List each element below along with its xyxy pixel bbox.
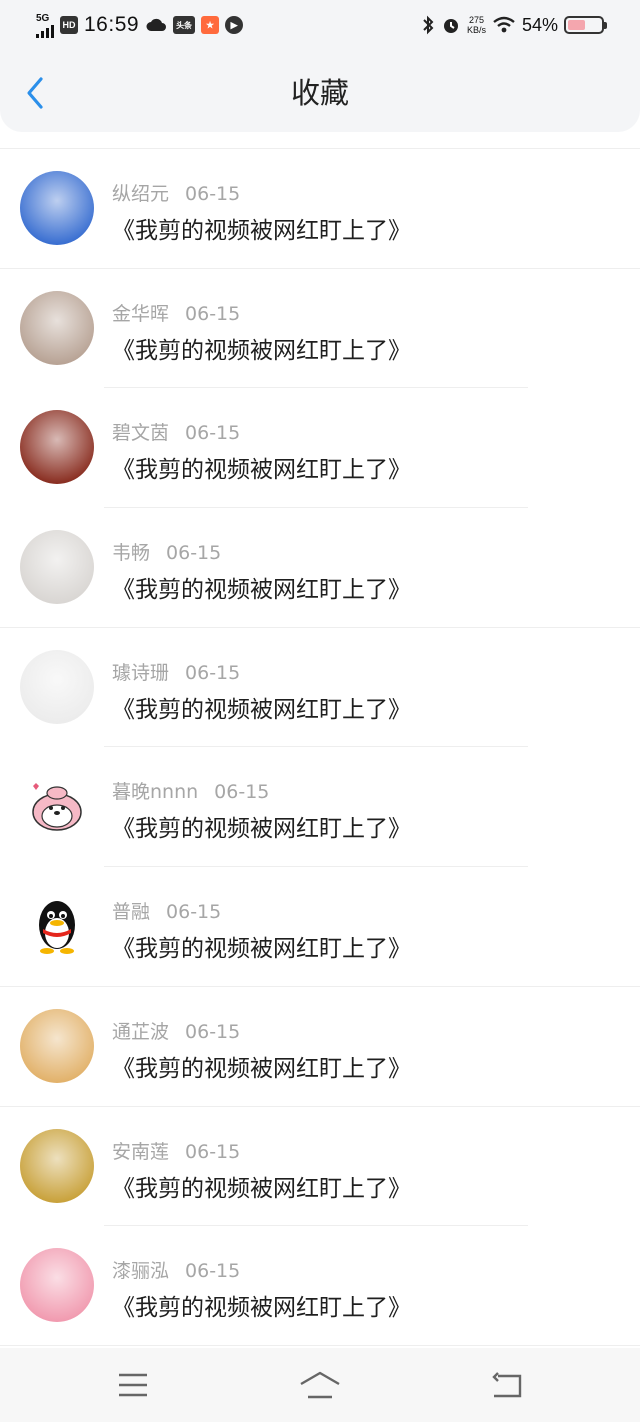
menu-icon (119, 1373, 148, 1397)
author-name[interactable]: 漆骊泓 (112, 1260, 169, 1282)
penguin-icon (39, 901, 75, 955)
avatar-qq-penguin[interactable] (20, 889, 94, 964)
item-meta: 金华晖 06-15 (112, 299, 240, 326)
item-meta: 安南莲 06-15 (112, 1137, 240, 1164)
author-name[interactable]: 璩诗珊 (112, 662, 169, 684)
item-date: 06-15 (185, 1020, 241, 1043)
row-divider (0, 1344, 640, 1346)
system-nav-bar (0, 1348, 640, 1422)
author-name[interactable]: 金华晖 (112, 303, 169, 325)
list-item[interactable]: 普融 06-15 《我剪的视频被网红盯上了》 (0, 867, 640, 987)
back-button[interactable] (20, 76, 50, 110)
item-title[interactable]: 《我剪的视频被网红盯上了》 (112, 570, 411, 604)
list-item[interactable]: 璩诗珊 06-15 《我剪的视频被网红盯上了》 (0, 628, 640, 748)
list-item[interactable]: 通芷波 06-15 《我剪的视频被网红盯上了》 (0, 987, 640, 1107)
list-item[interactable]: 金华晖 06-15 《我剪的视频被网红盯上了》 (0, 269, 640, 389)
toutiao-icon: 头条 (173, 16, 196, 34)
item-meta: 漆骊泓 06-15 (112, 1256, 240, 1283)
author-name[interactable]: 普融 (112, 901, 150, 923)
hd-icon: HD (60, 16, 78, 34)
status-bar: 5G HD 16:59 头条 ★ ▶ 275 KB/s 54% (0, 0, 640, 50)
item-date: 06-15 (185, 302, 241, 325)
list-item[interactable]: 纵绍元 06-15 《我剪的视频被网红盯上了》 (0, 149, 640, 269)
item-meta: 碧文茵 06-15 (112, 418, 240, 445)
net-speed-unit: KB/s (466, 25, 486, 35)
item-meta: 暮晚nnnn 06-15 (112, 777, 269, 804)
item-title[interactable]: 《我剪的视频被网红盯上了》 (112, 450, 411, 484)
list-item[interactable]: 韦畅 06-15 《我剪的视频被网红盯上了》 (0, 508, 640, 628)
avatar-child-blonde[interactable] (20, 1008, 94, 1083)
avatar-earrings[interactable] (20, 1128, 94, 1203)
video-app-icon: ▶ (225, 16, 244, 34)
item-title[interactable]: 《我剪的视频被网红盯上了》 (112, 1049, 411, 1083)
item-title[interactable]: 《我剪的视频被网红盯上了》 (112, 211, 411, 245)
favorites-list: 纵绍元 06-15 《我剪的视频被网红盯上了》 金华晖 06-15 《我剪的视频被网红盯上… (0, 148, 640, 1346)
item-date: 06-15 (214, 781, 270, 804)
avatar-anime-couple[interactable] (20, 290, 94, 365)
chevron-left-icon (27, 77, 43, 109)
item-title[interactable]: 《我剪的视频被网红盯上了》 (112, 690, 411, 724)
bluetooth-icon (423, 15, 434, 35)
item-meta: 韦畅 06-15 (112, 538, 221, 565)
list-item[interactable]: 漆骊泓 06-15 《我剪的视频被网红盯上了》 (0, 1226, 640, 1346)
header: 收藏 (0, 50, 640, 132)
item-meta: 纵绍元 06-15 (112, 179, 240, 206)
back-nav-button[interactable] (477, 1360, 537, 1410)
avatar-pink-cartoon[interactable] (20, 769, 94, 844)
list-item[interactable]: 安南莲 06-15 《我剪的视频被网红盯上了》 (0, 1107, 640, 1227)
list-item[interactable]: 碧文茵 06-15 《我剪的视频被网红盯上了》 (0, 388, 640, 509)
status-time: 16:59 (84, 13, 140, 36)
author-name[interactable]: 韦畅 (112, 542, 150, 564)
avatar-red-costume[interactable] (20, 410, 94, 485)
home-button[interactable] (290, 1360, 350, 1410)
item-title[interactable]: 《我剪的视频被网红盯上了》 (112, 331, 411, 365)
page-title: 收藏 (290, 76, 349, 110)
author-name[interactable]: 通芷波 (112, 1021, 169, 1043)
item-date: 06-15 (185, 422, 241, 445)
menu-button[interactable] (103, 1360, 163, 1410)
item-meta: 璩诗珊 06-15 (112, 658, 240, 685)
item-date: 06-15 (185, 183, 241, 205)
avatar-anime-pink-hair[interactable] (20, 1248, 94, 1323)
battery-percent: 54% (521, 14, 558, 35)
status-bar-left: 5G HD 16:59 头条 ★ ▶ (36, 13, 244, 38)
home-icon (300, 1371, 340, 1399)
author-name[interactable]: 碧文茵 (112, 422, 169, 444)
item-date: 06-15 (166, 901, 222, 924)
author-name[interactable]: 安南莲 (112, 1141, 169, 1163)
item-title[interactable]: 《我剪的视频被网红盯上了》 (112, 1169, 411, 1203)
item-date: 06-15 (185, 1140, 241, 1163)
pink-cartoon-icon (32, 783, 82, 832)
author-name[interactable]: 纵绍元 (112, 183, 169, 205)
item-meta: 普融 06-15 (112, 897, 221, 924)
battery-fill (568, 20, 586, 30)
item-date: 06-15 (185, 661, 241, 684)
battery-icon (564, 16, 607, 34)
signal-icon (36, 24, 54, 38)
author-name[interactable]: 暮晚nnnn (112, 781, 198, 803)
net-speed: 275 KB/s (467, 15, 486, 35)
net-speed-value: 275 (468, 15, 484, 25)
avatar-girl-portrait[interactable] (20, 530, 94, 605)
item-title[interactable]: 《我剪的视频被网红盯上了》 (112, 929, 411, 963)
item-date: 06-15 (166, 542, 222, 565)
status-bar-right: 275 KB/s 54% (421, 14, 607, 36)
wifi-icon (493, 16, 515, 33)
item-date: 06-15 (185, 1260, 241, 1283)
alarm-icon (443, 19, 458, 33)
app-notification-icon: ★ (201, 16, 220, 34)
item-title[interactable]: 《我剪的视频被网红盯上了》 (112, 1288, 411, 1322)
item-title[interactable]: 《我剪的视频被网红盯上了》 (112, 809, 411, 843)
avatar-girl-blue-hat[interactable] (20, 171, 94, 245)
item-meta: 通芷波 06-15 (112, 1017, 240, 1044)
network-type: 5G (36, 12, 50, 24)
list-item[interactable]: 暮晚nnnn 06-15 《我剪的视频被网红盯上了》 (0, 747, 640, 868)
avatar-boy-white[interactable] (20, 649, 94, 724)
cellular-indicator: 5G (36, 13, 54, 38)
back-nav-icon (491, 1372, 521, 1398)
cloud-icon (146, 18, 167, 31)
